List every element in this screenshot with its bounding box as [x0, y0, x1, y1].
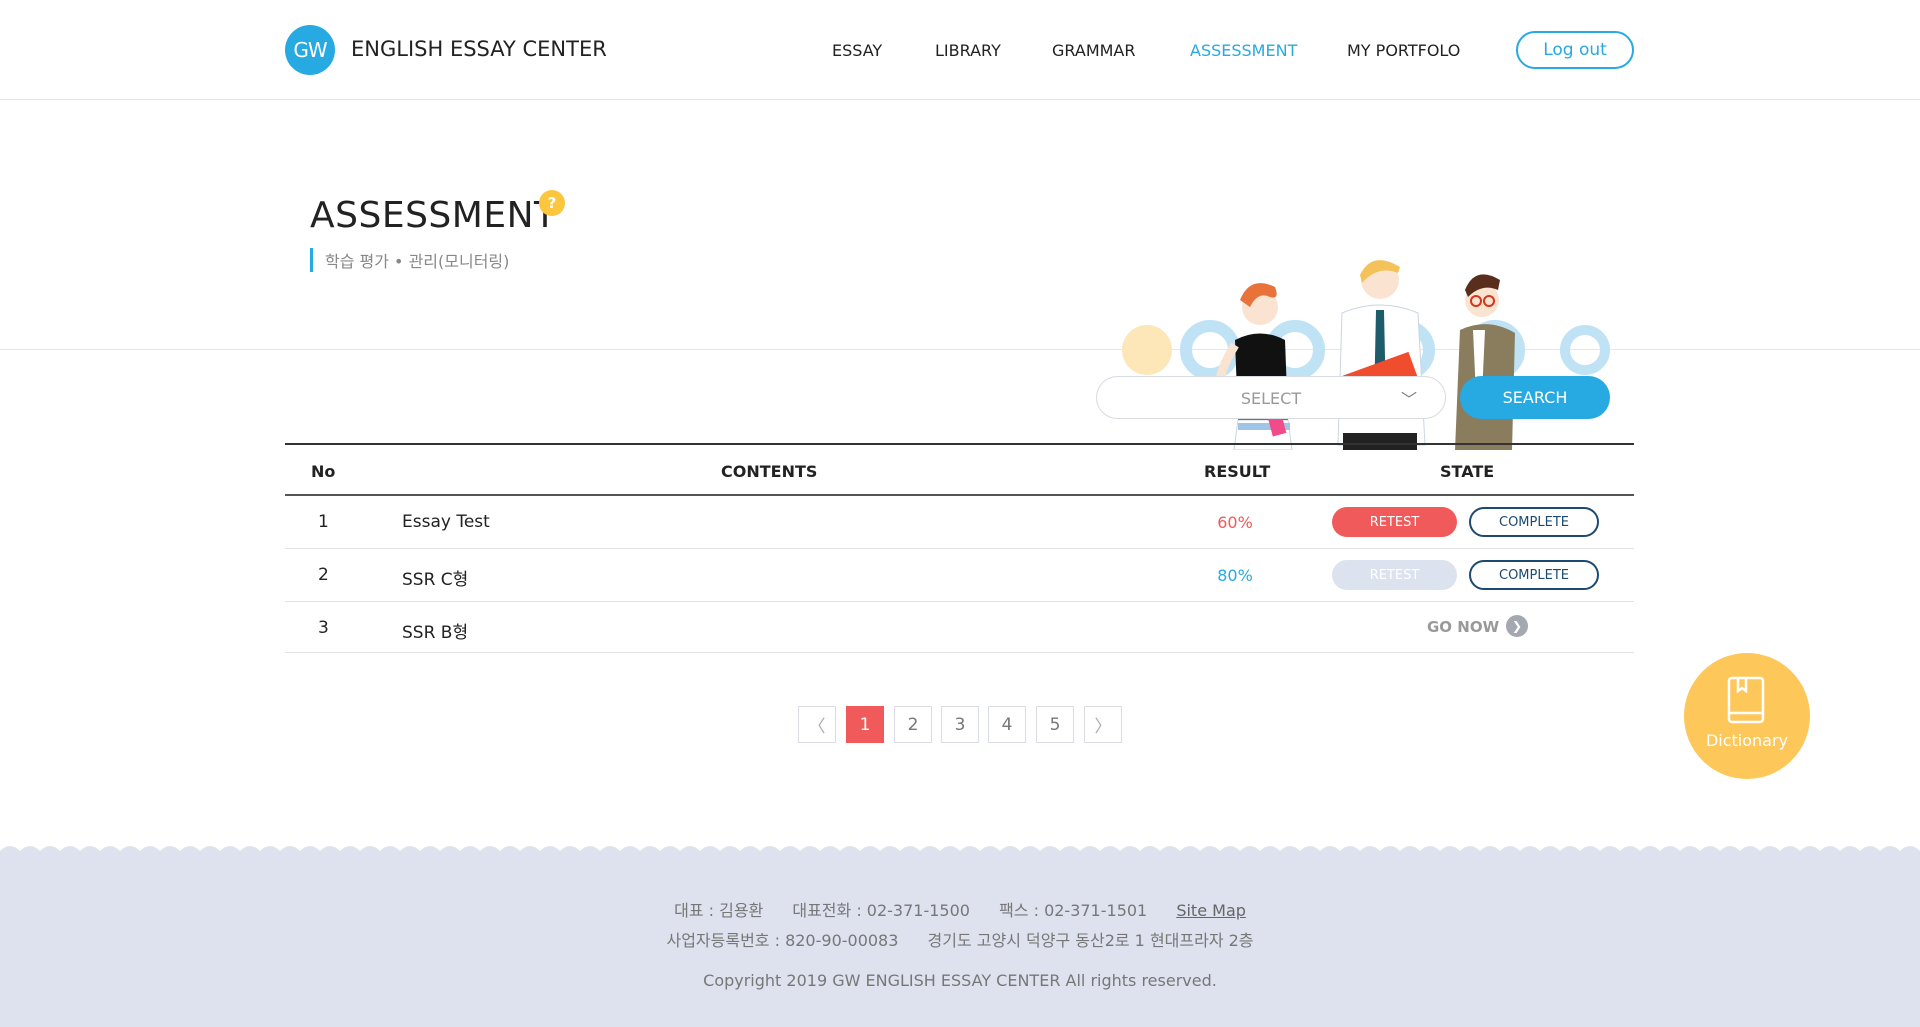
footer-copyright: Copyright 2019 GW ENGLISH ESSAY CENTER A… — [703, 971, 1217, 990]
row-result: 60% — [1217, 513, 1253, 532]
chevron-right-icon[interactable]: ❯ — [1506, 615, 1528, 637]
header-result: RESULT — [1204, 462, 1271, 481]
assessment-table: No CONTENTS RESULT STATE 1 Essay Test 60… — [285, 443, 1634, 653]
page-3[interactable]: 3 — [941, 706, 979, 743]
complete-button[interactable]: COMPLETE — [1469, 560, 1599, 590]
search-button[interactable]: SEARCH — [1460, 376, 1610, 419]
header-state: STATE — [1440, 462, 1495, 481]
brand-name[interactable]: ENGLISH ESSAY CENTER — [351, 37, 607, 61]
page-title: ASSESSMENT — [310, 195, 557, 236]
row-number: 1 — [318, 512, 329, 532]
logout-button[interactable]: Log out — [1516, 31, 1634, 69]
header: GW ENGLISH ESSAY CENTER ESSAY LIBRARY GR… — [0, 0, 1920, 100]
footer-phone: 대표전화 : 02-371-1500 — [792, 901, 970, 920]
dictionary-button[interactable]: Dictionary — [1684, 653, 1810, 779]
help-icon[interactable]: ? — [539, 190, 565, 216]
nav-library[interactable]: LIBRARY — [935, 41, 1001, 60]
table-row: 1 Essay Test 60% RETEST COMPLETE — [285, 496, 1634, 549]
page-2[interactable]: 2 — [894, 706, 932, 743]
table-row: 3 SSR B형 GO NOW ❯ — [285, 602, 1634, 653]
people-illustration — [1122, 260, 1610, 450]
row-content[interactable]: SSR B형 — [402, 618, 468, 643]
next-page-button[interactable]: 〉 — [1084, 706, 1122, 743]
complete-button[interactable]: COMPLETE — [1469, 507, 1599, 537]
page-subtitle: 학습 평가 • 관리(모니터링) — [310, 248, 509, 272]
select-placeholder: SELECT — [1240, 389, 1302, 408]
footer-line-2: 사업자등록번호 : 820-90-00083 경기도 고양시 덕양구 동산2로 … — [0, 927, 1920, 951]
chevron-down-icon: ﹀ — [1400, 390, 1417, 409]
row-content[interactable]: SSR C형 — [402, 565, 468, 590]
row-content[interactable]: Essay Test — [402, 512, 490, 532]
footer-fax: 팩스 : 02-371-1501 — [999, 901, 1148, 920]
footer: 대표 : 김용환 대표전화 : 02-371-1500 팩스 : 02-371-… — [0, 853, 1920, 1027]
page-5[interactable]: 5 — [1036, 706, 1074, 743]
footer-ceo: 대표 : 김용환 — [674, 901, 764, 920]
page-4[interactable]: 4 — [988, 706, 1026, 743]
table-header: No CONTENTS RESULT STATE — [285, 445, 1634, 496]
table-row: 2 SSR C형 80% RETEST COMPLETE — [285, 549, 1634, 602]
book-icon — [1727, 676, 1765, 724]
sitemap-link[interactable]: Site Map — [1176, 901, 1246, 920]
row-number: 3 — [318, 618, 329, 638]
prev-page-button[interactable]: 〈 — [798, 706, 836, 743]
category-select[interactable]: SELECT ﹀ — [1096, 376, 1446, 419]
dictionary-label: Dictionary — [1705, 731, 1789, 750]
logo-icon[interactable]: GW — [285, 25, 335, 75]
nav-grammar[interactable]: GRAMMAR — [1052, 41, 1135, 60]
hero-banner: ASSESSMENT ? 학습 평가 • 관리(모니터링) — [0, 100, 1920, 450]
footer-address: 경기도 고양시 덕양구 동산2로 1 현대프라자 2층 — [927, 931, 1254, 950]
footer-line-1: 대표 : 김용환 대표전화 : 02-371-1500 팩스 : 02-371-… — [0, 897, 1920, 921]
row-number: 2 — [318, 565, 329, 585]
nav-assessment[interactable]: ASSESSMENT — [1190, 41, 1297, 60]
nav-essay[interactable]: ESSAY — [832, 41, 882, 60]
retest-button[interactable]: RETEST — [1332, 507, 1457, 537]
header-no: No — [311, 462, 336, 481]
header-contents: CONTENTS — [721, 462, 818, 481]
go-now-link[interactable]: GO NOW — [1427, 618, 1499, 636]
footer-biz-no: 사업자등록번호 : 820-90-00083 — [666, 931, 899, 950]
page-1[interactable]: 1 — [846, 706, 884, 743]
retest-button-disabled: RETEST — [1332, 560, 1457, 590]
row-result: 80% — [1217, 566, 1253, 585]
nav-my-portfolio[interactable]: MY PORTFOLO — [1347, 41, 1460, 60]
